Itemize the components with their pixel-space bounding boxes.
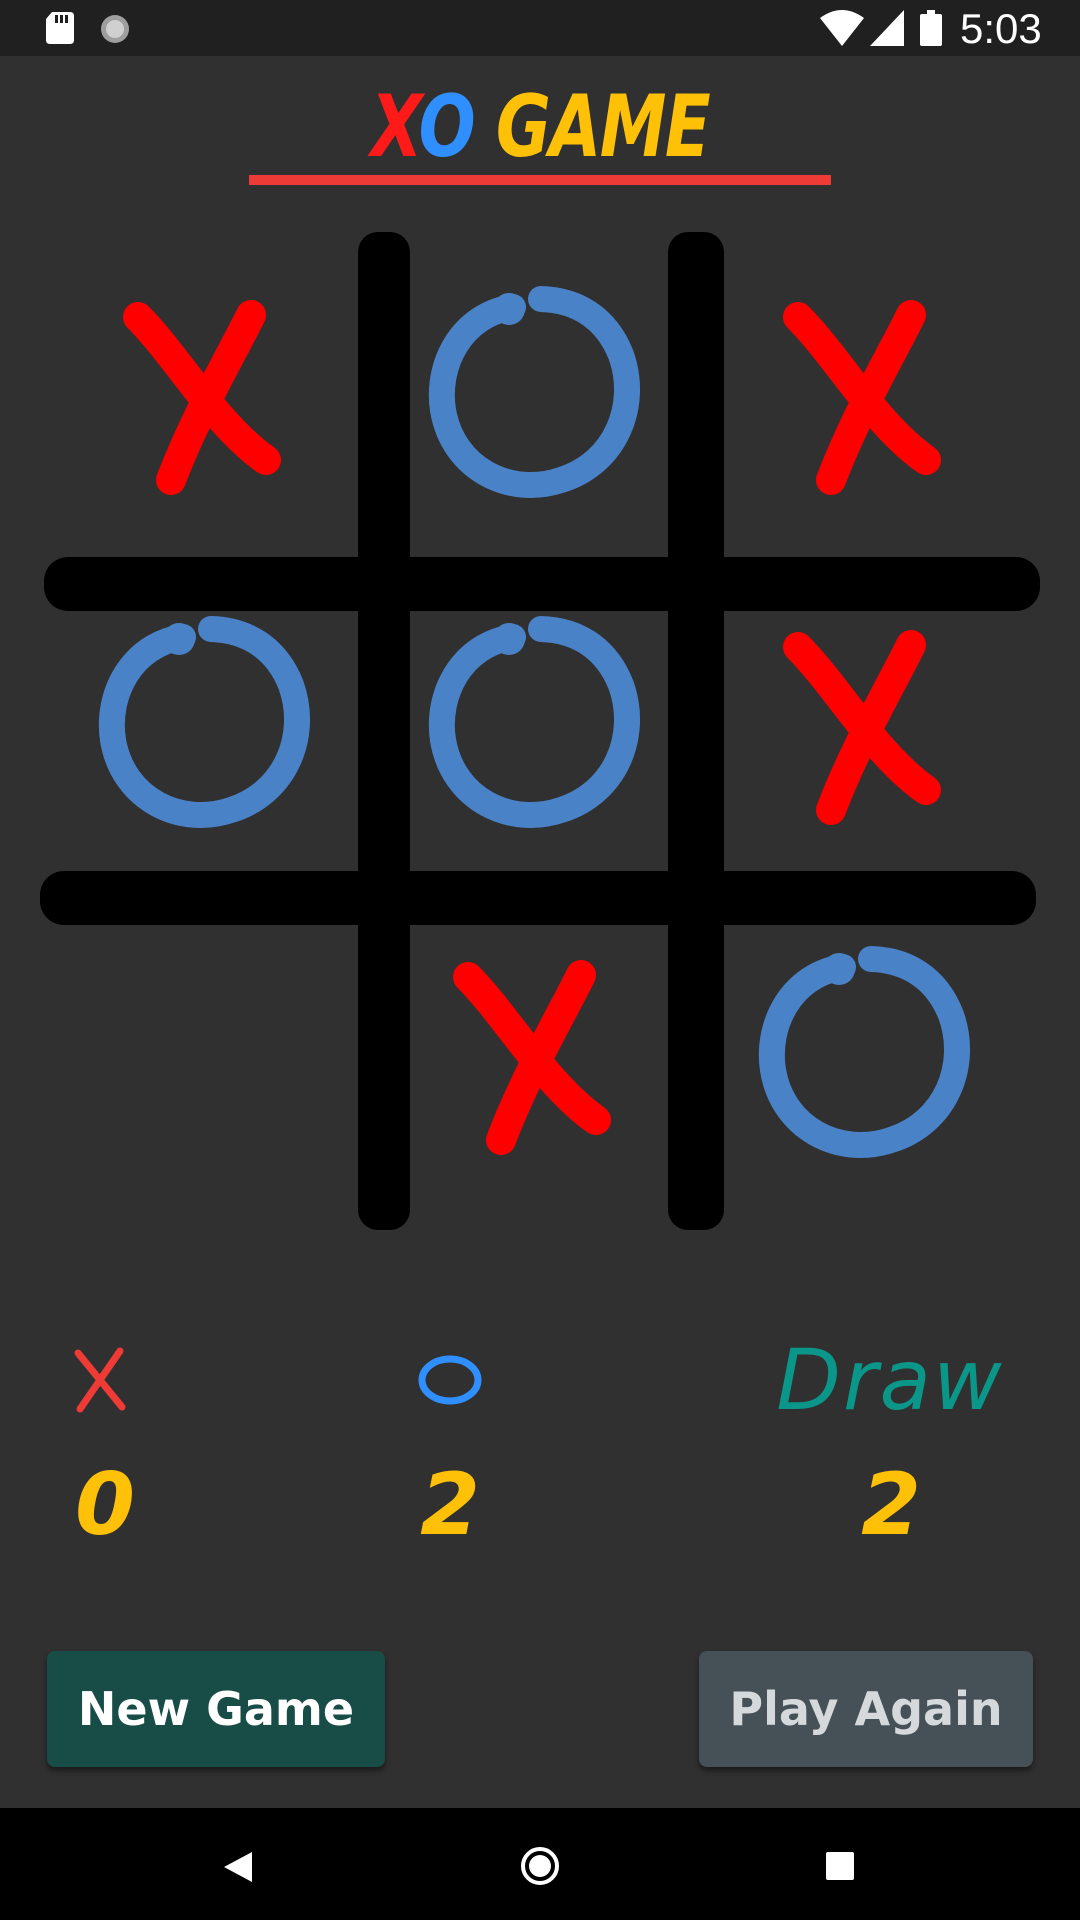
board-cell-2[interactable]: O bbox=[376, 240, 686, 550]
board-cell-7[interactable] bbox=[46, 900, 356, 1210]
o-mark bbox=[428, 286, 641, 498]
page-title: XO GAME bbox=[119, 82, 961, 172]
draw-score-value: 2 bbox=[861, 1455, 921, 1555]
clock: 5:03 bbox=[960, 5, 1042, 52]
x-mark bbox=[783, 630, 941, 825]
board-cell-8[interactable]: X bbox=[376, 900, 686, 1210]
title-x: X bbox=[370, 77, 420, 177]
battery-icon bbox=[920, 10, 942, 46]
x-score-value: 0 bbox=[75, 1455, 135, 1555]
o-score-value: 2 bbox=[420, 1455, 480, 1555]
x-mark bbox=[453, 960, 611, 1155]
game-board: XOXOOXXO bbox=[36, 230, 1046, 1230]
sync-icon bbox=[101, 15, 129, 43]
o-label-mark bbox=[418, 1355, 482, 1405]
new-game-button[interactable]: New Game bbox=[47, 1651, 385, 1767]
play-again-button[interactable]: Play Again bbox=[699, 1651, 1033, 1767]
x-label-mark bbox=[74, 1347, 126, 1413]
sd-card-icon bbox=[46, 12, 74, 44]
title-underline bbox=[249, 175, 831, 185]
board-cell-6[interactable]: X bbox=[706, 570, 1016, 880]
o-mark bbox=[428, 616, 641, 828]
board-cell-5[interactable]: O bbox=[376, 570, 686, 880]
board-cell-3[interactable]: X bbox=[706, 240, 1016, 550]
recents-icon[interactable] bbox=[826, 1852, 854, 1880]
board-cell-4[interactable]: O bbox=[46, 570, 356, 880]
board-cell-9[interactable]: O bbox=[706, 900, 1016, 1210]
title-o: O bbox=[418, 77, 476, 177]
signal-icon bbox=[870, 10, 904, 46]
x-score-label: X bbox=[60, 1330, 140, 1430]
wifi-icon bbox=[820, 10, 864, 46]
x-mark bbox=[783, 300, 941, 495]
board-cell-1[interactable]: X bbox=[46, 240, 356, 550]
x-mark bbox=[123, 300, 281, 495]
o-score-label: O bbox=[410, 1330, 490, 1430]
o-mark bbox=[98, 616, 311, 828]
o-mark bbox=[758, 946, 971, 1158]
status-bar: 5:03 bbox=[0, 0, 1080, 56]
home-icon[interactable] bbox=[520, 1846, 560, 1886]
back-icon[interactable] bbox=[222, 1850, 254, 1884]
navigation-bar bbox=[0, 1808, 1080, 1920]
title-game: GAME bbox=[474, 77, 711, 177]
draw-score-label: Draw bbox=[776, 1331, 1004, 1429]
